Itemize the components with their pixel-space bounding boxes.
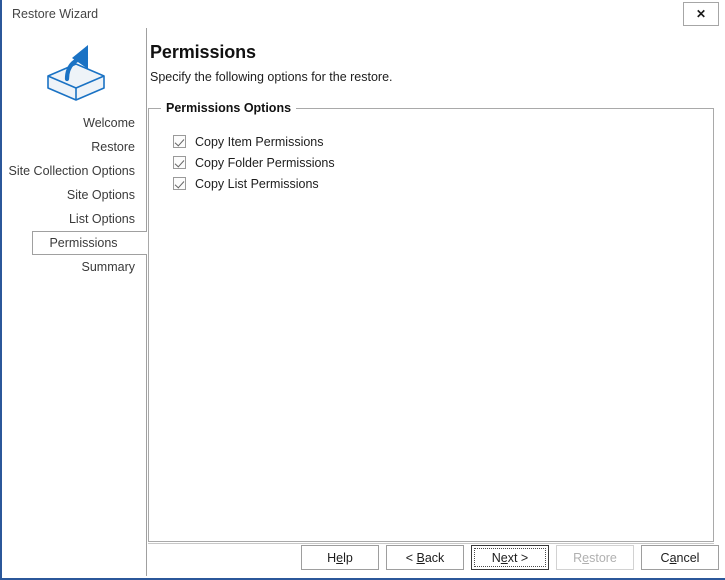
button-label-mnemonic: a [669,550,677,565]
sidebar-step-label: List Options [68,212,135,226]
checkbox-copy-list-permissions[interactable] [173,177,186,190]
title-bar: Restore Wizard ✕ [2,0,725,28]
button-label: Help [327,551,353,565]
option-row[interactable]: Copy List Permissions [173,173,335,194]
sidebar-step-label: Welcome [83,116,135,130]
window-title: Restore Wizard [12,7,99,21]
option-label: Copy List Permissions [195,176,319,191]
footer-separator [148,543,714,544]
wizard-button-bar: Help < Back Next > Restore Cancel [301,545,719,570]
button-label: Next > [492,551,528,565]
close-button[interactable]: ✕ [683,2,719,26]
sidebar-step-welcome[interactable]: Welcome [4,111,147,135]
button-label-pre: C [660,550,670,565]
next-button[interactable]: Next > [471,545,549,570]
button-label-post: store [589,550,617,565]
button-label-post: lp [343,550,353,565]
permissions-options-list: Copy Item Permissions Copy Folder Permiss… [173,131,335,194]
button-label-post: ncel [676,550,700,565]
button-label-post: xt > [507,550,529,565]
checkbox-copy-folder-permissions[interactable] [173,156,186,169]
sidebar-step-label: Summary [81,260,135,274]
button-label-mnemonic: e [500,550,508,565]
restore-wizard-window: Restore Wizard ✕ Welcome Restore Site Coll… [0,0,725,580]
checkbox-copy-item-permissions[interactable] [173,135,186,148]
close-icon: ✕ [695,7,707,21]
sidebar-step-label: Restore [91,140,135,154]
option-row[interactable]: Copy Item Permissions [173,131,335,152]
wizard-content: Permissions Specify the following option… [147,28,725,576]
page-subtitle: Specify the following options for the re… [150,70,393,84]
button-label-post: ack [424,550,445,565]
button-label: Restore [573,551,617,565]
sidebar-step-permissions[interactable]: Permissions [32,231,147,255]
back-button[interactable]: < Back [386,545,464,570]
sidebar-step-label: Site Collection Options [8,164,135,178]
sidebar-step-site-collection-options[interactable]: Site Collection Options [4,159,147,183]
option-row[interactable]: Copy Folder Permissions [173,152,335,173]
wizard-sidebar: Welcome Restore Site Collection Options Sit… [4,28,147,576]
wizard-step-list: Welcome Restore Site Collection Options Sit… [4,111,147,279]
option-label: Copy Item Permissions [195,134,324,149]
sidebar-step-site-options[interactable]: Site Options [4,183,147,207]
restore-button: Restore [556,545,634,570]
restore-box-arrow-icon [47,45,105,101]
sidebar-step-label: Permissions [49,236,118,250]
button-label: Cancel [661,551,700,565]
help-button[interactable]: Help [301,545,379,570]
option-label: Copy Folder Permissions [195,155,335,170]
button-label: < Back [406,551,445,565]
button-label-pre: R [573,550,583,565]
button-label-pre: N [491,550,501,565]
sidebar-step-label: Site Options [66,188,135,202]
group-legend: Permissions Options [161,101,297,115]
permissions-options-group: Permissions Options Copy Item Permission… [148,101,714,542]
button-label-mnemonic: B [416,550,425,565]
button-label-pre: < [405,550,417,565]
sidebar-step-list-options[interactable]: List Options [4,207,147,231]
sidebar-step-restore[interactable]: Restore [4,135,147,159]
sidebar-step-summary[interactable]: Summary [4,255,147,279]
page-title: Permissions [150,42,256,62]
button-label-pre: H [327,550,337,565]
cancel-button[interactable]: Cancel [641,545,719,570]
